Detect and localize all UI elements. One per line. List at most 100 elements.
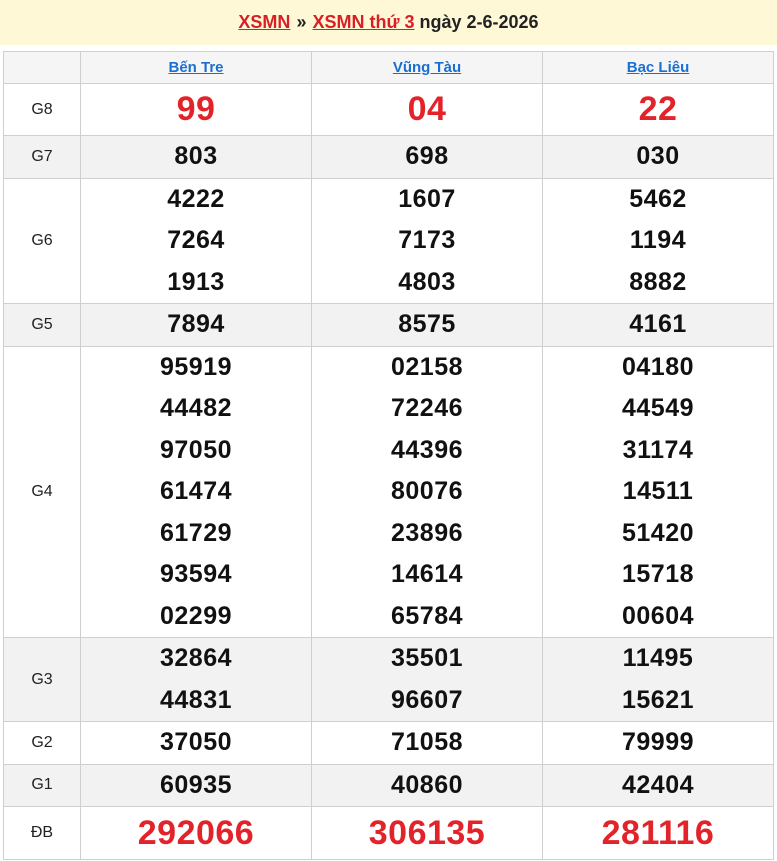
winning-number: 99 bbox=[176, 90, 216, 128]
prize-label: G4 bbox=[3, 345, 81, 638]
prize-row-g5: G5 7894 8575 4161 bbox=[3, 303, 774, 347]
prize-label: G8 bbox=[3, 83, 81, 136]
winning-number: 14614 bbox=[390, 560, 464, 588]
prize-cell: 030 bbox=[542, 135, 774, 179]
prize-cell: 02158 72246 44396 80076 23896 14614 65784 bbox=[311, 345, 543, 638]
winning-number: 23896 bbox=[390, 518, 464, 547]
winning-number: 306135 bbox=[368, 814, 486, 852]
winning-number: 93594 bbox=[159, 560, 233, 588]
header-corner-cell bbox=[3, 51, 81, 84]
prize-label: ĐB bbox=[3, 806, 81, 860]
winning-number: 65784 bbox=[390, 601, 464, 630]
prize-label: G6 bbox=[3, 177, 81, 304]
prize-cell: 11495 15621 bbox=[542, 637, 774, 722]
province-link-vung-tau[interactable]: Vũng Tàu bbox=[393, 59, 461, 76]
province-header: Bến Tre bbox=[80, 51, 312, 84]
winning-number: 72246 bbox=[390, 394, 464, 422]
prize-row-g1: G1 60935 40860 42404 bbox=[3, 763, 774, 807]
prize-rows: G8 99 04 22 G7 803 698 030 G6 4222 7264 1913 1607 717… bbox=[3, 83, 774, 860]
prize-cell: 8575 bbox=[311, 303, 543, 347]
winning-number: 15621 bbox=[621, 685, 695, 714]
prize-row-đb: ĐB 292066 306135 281116 bbox=[3, 806, 774, 860]
prize-cell: 281116 bbox=[542, 806, 774, 860]
province-link-bac-lieu[interactable]: Bạc Liêu bbox=[627, 59, 690, 76]
winning-number: 37050 bbox=[159, 728, 233, 756]
prize-row-g7: G7 803 698 030 bbox=[3, 135, 774, 179]
prize-cell: 35501 96607 bbox=[311, 637, 543, 722]
winning-number: 04180 bbox=[621, 352, 695, 381]
winning-number: 79999 bbox=[621, 728, 695, 756]
page-title-bar: XSMN » XSMN thứ 3 ngày 2-6-2026 bbox=[0, 0, 777, 45]
winning-number: 8882 bbox=[629, 267, 687, 296]
winning-number: 44831 bbox=[159, 685, 233, 714]
province-header: Vũng Tàu bbox=[311, 51, 543, 84]
winning-number: 60935 bbox=[159, 770, 233, 799]
winning-number: 22 bbox=[638, 90, 678, 128]
winning-number: 96607 bbox=[390, 685, 464, 714]
prize-cell: 04 bbox=[311, 83, 543, 136]
prize-cell: 698 bbox=[311, 135, 543, 179]
prize-row-g3: G3 32864 44831 35501 96607 11495 15621 bbox=[3, 637, 774, 722]
prize-cell: 803 bbox=[80, 135, 312, 179]
winning-number: 51420 bbox=[621, 518, 695, 547]
winning-number: 61474 bbox=[159, 477, 233, 505]
breadcrumb-separator: » bbox=[296, 12, 307, 32]
winning-number: 030 bbox=[636, 142, 680, 170]
winning-number: 292066 bbox=[137, 814, 255, 852]
winning-number: 7894 bbox=[167, 310, 225, 338]
winning-number: 44549 bbox=[621, 394, 695, 422]
winning-number: 11495 bbox=[622, 644, 694, 672]
prize-label: G5 bbox=[3, 303, 81, 347]
winning-number: 44482 bbox=[159, 394, 233, 422]
prize-cell: 306135 bbox=[311, 806, 543, 860]
prize-cell: 40860 bbox=[311, 763, 543, 807]
prize-label: G7 bbox=[3, 135, 81, 179]
province-link-ben-tre[interactable]: Bến Tre bbox=[168, 59, 223, 76]
prize-cell: 4222 7264 1913 bbox=[80, 177, 312, 304]
winning-number: 35501 bbox=[390, 644, 464, 672]
prize-cell: 32864 44831 bbox=[80, 637, 312, 722]
prize-row-g6: G6 4222 7264 1913 1607 7173 4803 5462 1194 8882 bbox=[3, 177, 774, 304]
winning-number: 803 bbox=[174, 142, 218, 170]
prize-cell: 60935 bbox=[80, 763, 312, 807]
winning-number: 4161 bbox=[629, 310, 687, 338]
prize-cell: 95919 44482 97050 61474 61729 93594 02299 bbox=[80, 345, 312, 638]
prize-row-g2: G2 37050 71058 79999 bbox=[3, 721, 774, 765]
winning-number: 31174 bbox=[622, 435, 694, 464]
prize-cell: 79999 bbox=[542, 721, 774, 765]
winning-number: 7173 bbox=[398, 226, 456, 254]
xsmn-thu3-link[interactable]: XSMN thứ 3 bbox=[312, 12, 414, 33]
winning-number: 698 bbox=[405, 142, 449, 170]
winning-number: 4222 bbox=[167, 184, 225, 213]
prize-cell: 99 bbox=[80, 83, 312, 136]
winning-number: 32864 bbox=[159, 644, 233, 672]
winning-number: 1607 bbox=[398, 184, 456, 213]
winning-number: 4803 bbox=[398, 267, 456, 296]
winning-number: 02158 bbox=[390, 352, 464, 381]
winning-number: 97050 bbox=[159, 435, 233, 464]
winning-number: 95919 bbox=[159, 352, 233, 381]
prize-label: G3 bbox=[3, 637, 81, 722]
prize-label: G2 bbox=[3, 721, 81, 765]
winning-number: 44396 bbox=[390, 435, 464, 464]
province-header: Bạc Liêu bbox=[542, 51, 774, 84]
winning-number: 42404 bbox=[621, 770, 695, 799]
prize-row-g4: G4 95919 44482 97050 61474 61729 93594 02299 021… bbox=[3, 345, 774, 638]
winning-number: 71058 bbox=[390, 728, 464, 756]
winning-number: 00604 bbox=[621, 601, 695, 630]
prize-cell: 04180 44549 31174 14511 51420 15718 00604 bbox=[542, 345, 774, 638]
winning-number: 02299 bbox=[159, 601, 233, 630]
xsmn-link[interactable]: XSMN bbox=[238, 12, 290, 33]
winning-number: 1194 bbox=[629, 226, 687, 254]
province-header-row: Bến Tre Vũng Tàu Bạc Liêu bbox=[3, 51, 774, 84]
winning-number: 15718 bbox=[621, 560, 695, 588]
winning-number: 8575 bbox=[398, 310, 456, 338]
winning-number: 1913 bbox=[167, 267, 225, 296]
prize-cell: 292066 bbox=[80, 806, 312, 860]
prize-row-g8: G8 99 04 22 bbox=[3, 83, 774, 136]
prize-cell: 71058 bbox=[311, 721, 543, 765]
prize-cell: 7894 bbox=[80, 303, 312, 347]
winning-number: 7264 bbox=[167, 226, 225, 254]
results-table: Bến Tre Vũng Tàu Bạc Liêu G8 99 04 22 G7 803 6… bbox=[3, 51, 774, 860]
winning-number: 281116 bbox=[601, 814, 715, 852]
